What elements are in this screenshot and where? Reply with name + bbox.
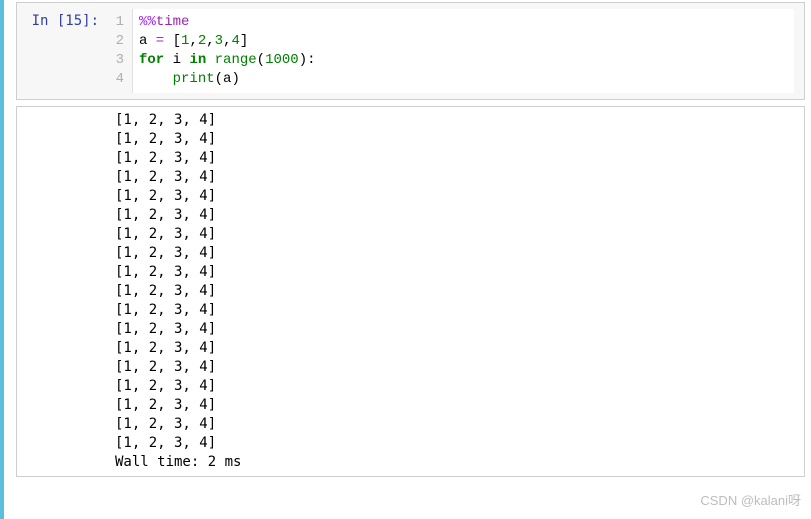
- line-number-gutter: 1 2 3 4: [105, 9, 133, 93]
- watermark-text: CSDN @kalani呀: [700, 490, 801, 509]
- variable-i: i: [173, 52, 181, 68]
- output-line: [1, 2, 3, 4]: [115, 187, 800, 206]
- paren-open: (: [257, 52, 265, 68]
- output-line: [1, 2, 3, 4]: [115, 168, 800, 187]
- wall-time-line: Wall time: 2 ms: [115, 453, 800, 472]
- number-literal: 3: [215, 33, 223, 49]
- line-number: 1: [105, 13, 124, 32]
- line-number: 3: [105, 51, 124, 70]
- output-line: [1, 2, 3, 4]: [115, 282, 800, 301]
- magic-percents: %%: [139, 14, 156, 30]
- paren-open: (: [215, 71, 223, 87]
- magic-command: time: [156, 14, 190, 30]
- builtin-print: print: [173, 71, 215, 87]
- output-line: [1, 2, 3, 4]: [115, 149, 800, 168]
- bracket-close: ]: [240, 33, 248, 49]
- colon: :: [307, 52, 315, 68]
- builtin-range: range: [215, 52, 257, 68]
- paren-close: ): [299, 52, 307, 68]
- output-line: [1, 2, 3, 4]: [115, 111, 800, 130]
- code-line-1: %%time: [139, 13, 788, 32]
- code-line-2: a = [1,2,3,4]: [139, 32, 788, 51]
- keyword-for: for: [139, 52, 164, 68]
- output-line: [1, 2, 3, 4]: [115, 263, 800, 282]
- input-prompt: In [15]:: [23, 9, 105, 93]
- output-line: [1, 2, 3, 4]: [115, 244, 800, 263]
- assign-op: =: [147, 33, 172, 49]
- code-line-4: print(a): [139, 70, 788, 89]
- comma: ,: [189, 33, 197, 49]
- jupyter-page: In [15]: 1 2 3 4 %%time a = [1,2,3,4] fo…: [0, 0, 811, 519]
- number-literal: 2: [198, 33, 206, 49]
- code-editor[interactable]: %%time a = [1,2,3,4] for i in range(1000…: [133, 9, 794, 93]
- output-line: [1, 2, 3, 4]: [115, 358, 800, 377]
- line-number: 2: [105, 32, 124, 51]
- output-line: [1, 2, 3, 4]: [115, 301, 800, 320]
- code-cell[interactable]: In [15]: 1 2 3 4 %%time a = [1,2,3,4] fo…: [16, 2, 805, 100]
- output-line: [1, 2, 3, 4]: [115, 130, 800, 149]
- output-line: [1, 2, 3, 4]: [115, 415, 800, 434]
- output-line: [1, 2, 3, 4]: [115, 434, 800, 453]
- paren-close: ): [231, 71, 239, 87]
- number-literal: 4: [231, 33, 239, 49]
- line-number: 4: [105, 70, 124, 89]
- output-line: [1, 2, 3, 4]: [115, 396, 800, 415]
- keyword-in: in: [189, 52, 206, 68]
- indent: [139, 71, 173, 87]
- output-line: [1, 2, 3, 4]: [115, 225, 800, 244]
- space: [164, 52, 172, 68]
- space: [206, 52, 214, 68]
- number-literal: 1000: [265, 52, 299, 68]
- bracket-open: [: [173, 33, 181, 49]
- comma: ,: [206, 33, 214, 49]
- output-line: [1, 2, 3, 4]: [115, 339, 800, 358]
- output-area[interactable]: [1, 2, 3, 4][1, 2, 3, 4][1, 2, 3, 4][1, …: [16, 106, 805, 477]
- output-line: [1, 2, 3, 4]: [115, 377, 800, 396]
- code-line-3: for i in range(1000):: [139, 51, 788, 70]
- output-line: [1, 2, 3, 4]: [115, 320, 800, 339]
- output-line: [1, 2, 3, 4]: [115, 206, 800, 225]
